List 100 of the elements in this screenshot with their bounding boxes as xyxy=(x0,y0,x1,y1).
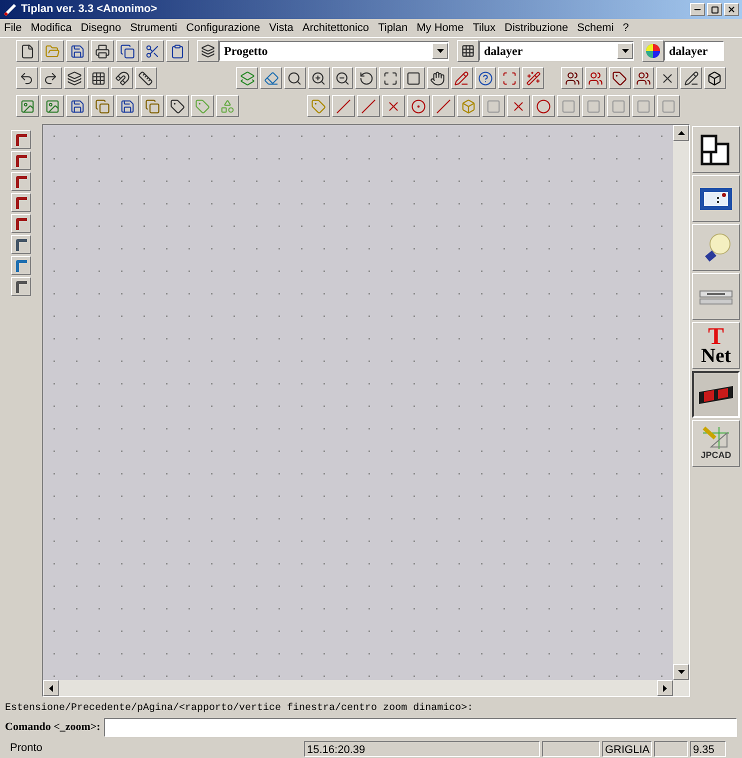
wall-icon-button[interactable] xyxy=(11,130,31,149)
pencil-icon-button[interactable] xyxy=(450,67,472,89)
copy-block-icon-button[interactable] xyxy=(91,95,114,117)
menu-item[interactable]: Architettonico xyxy=(302,20,370,36)
snap-perpendicular-icon-button[interactable] xyxy=(432,95,455,117)
snap-insert-icon-button[interactable] xyxy=(607,95,630,117)
zoom-extents-icon-button[interactable] xyxy=(379,67,402,89)
palette-button[interactable] xyxy=(692,371,740,418)
menu-item[interactable]: My Home xyxy=(416,20,464,36)
minimize-button[interactable] xyxy=(690,3,705,16)
snap-node-icon-button[interactable] xyxy=(482,95,505,117)
menu-item[interactable]: Disegno xyxy=(80,20,122,36)
dropdown-field[interactable]: dalayer xyxy=(479,41,634,61)
window-icon-button[interactable] xyxy=(11,172,31,191)
copy-icon-button[interactable] xyxy=(116,40,139,62)
attribute-icon-button[interactable] xyxy=(191,95,214,117)
snap-quadrant-icon-button[interactable] xyxy=(457,95,480,117)
combo-icon-button[interactable] xyxy=(197,40,219,62)
snap-center-icon-button[interactable] xyxy=(407,95,430,117)
menu-item[interactable]: Tiplan xyxy=(378,20,408,36)
search-icon-button[interactable] xyxy=(284,67,306,89)
magnet-icon-button[interactable] xyxy=(111,67,134,89)
snap-intersection-icon-button[interactable] xyxy=(382,95,405,117)
palette-button[interactable]: T Net xyxy=(692,322,740,369)
paste-block-icon-button[interactable] xyxy=(141,95,164,117)
tag-icon-button[interactable] xyxy=(608,67,631,89)
menu-item[interactable]: ? xyxy=(622,20,629,36)
dropdown-field[interactable]: Progetto xyxy=(219,41,449,61)
zoom-previous-icon-button[interactable] xyxy=(355,67,378,89)
image-edit-icon-button[interactable] xyxy=(41,95,64,117)
combo-icon-button[interactable] xyxy=(642,40,664,62)
snap-midpoint-icon-button[interactable] xyxy=(357,95,380,117)
combo-icon-button[interactable] xyxy=(457,40,479,62)
columns-icon-button[interactable] xyxy=(64,67,86,89)
dropdown-field[interactable]: dalayer xyxy=(664,41,724,61)
help-icon xyxy=(478,70,493,86)
menu-item[interactable]: Distribuzione xyxy=(504,20,568,36)
snap-off-icon-button[interactable] xyxy=(557,95,580,117)
grid-icon-button[interactable] xyxy=(87,67,110,89)
zoom-window-icon-button[interactable] xyxy=(403,67,425,89)
menu-item[interactable]: Vista xyxy=(269,20,294,36)
pen-icon-button[interactable] xyxy=(680,67,702,89)
group-icon-button[interactable] xyxy=(584,67,607,89)
hand-icon-button[interactable] xyxy=(426,67,449,89)
room-icon-button[interactable] xyxy=(11,193,31,212)
layers-icon xyxy=(201,44,215,58)
snap-auto-icon-button[interactable] xyxy=(307,95,330,117)
snap-quick-icon-button[interactable] xyxy=(632,95,655,117)
close-button[interactable] xyxy=(724,3,739,16)
ortho-icon-button[interactable] xyxy=(135,67,157,89)
wand-icon-button[interactable] xyxy=(522,67,544,89)
menu-item[interactable]: Tilux xyxy=(472,20,496,36)
corner-icon-button[interactable] xyxy=(704,67,726,89)
snap-none-icon-button[interactable] xyxy=(582,95,605,117)
redo-icon-button[interactable] xyxy=(40,67,62,89)
picture-icon-button[interactable] xyxy=(16,95,39,117)
zoom-in-icon-button[interactable] xyxy=(308,67,330,89)
insert-block-icon-button[interactable] xyxy=(116,95,139,117)
printer-icon xyxy=(95,44,110,58)
schedule-icon-button[interactable] xyxy=(11,256,31,275)
person-icon-button[interactable] xyxy=(632,67,654,89)
snap-tangent-icon-button[interactable] xyxy=(507,95,530,117)
table-icon-button[interactable] xyxy=(11,235,31,254)
column-icon-button[interactable] xyxy=(11,214,31,233)
snap-nearest-icon-button[interactable] xyxy=(532,95,555,117)
clipboard-icon xyxy=(170,44,185,58)
zoom-window-icon xyxy=(406,70,422,86)
palette-button[interactable]: JPCAD xyxy=(692,420,740,467)
menu-item[interactable]: File xyxy=(4,20,22,36)
horizontal-scrollbar[interactable] xyxy=(43,680,673,696)
grid-icon xyxy=(90,70,106,86)
save-block-icon-button[interactable] xyxy=(66,95,89,117)
close-icon xyxy=(727,5,736,14)
new-file-icon-button[interactable] xyxy=(16,40,39,62)
page-icon-button[interactable] xyxy=(11,277,31,296)
clipboard-icon-button[interactable] xyxy=(166,40,189,62)
label-icon-button[interactable] xyxy=(166,95,189,117)
menu-item[interactable]: Modifica xyxy=(30,20,72,36)
symbol-icon-button[interactable] xyxy=(216,95,239,117)
scissors-icon-button[interactable] xyxy=(141,40,164,62)
maximize-button[interactable] xyxy=(707,3,722,16)
eraser-icon-button[interactable] xyxy=(260,67,282,89)
cross-icon-button[interactable] xyxy=(656,67,678,89)
menu-item[interactable]: Strumenti xyxy=(130,20,178,36)
snap-endpoint-icon-button[interactable] xyxy=(332,95,355,117)
undo-icon-button[interactable] xyxy=(16,67,38,89)
vertical-scrollbar[interactable] xyxy=(673,125,689,696)
dimension-icon-button[interactable] xyxy=(498,67,520,89)
open-folder-icon-button[interactable] xyxy=(41,40,64,62)
printer-icon-button[interactable] xyxy=(91,40,114,62)
door-icon-button[interactable] xyxy=(11,151,31,170)
menu-item[interactable]: Schemi xyxy=(577,20,614,36)
help-icon-button[interactable] xyxy=(474,67,496,89)
save-icon-button[interactable] xyxy=(66,40,89,62)
layer-icon-button[interactable] xyxy=(236,67,258,89)
menu-item[interactable]: Configurazione xyxy=(186,20,260,36)
people-icon-button[interactable] xyxy=(561,67,583,89)
command-input[interactable] xyxy=(104,718,737,737)
zoom-out-icon-button[interactable] xyxy=(332,67,354,89)
snap-app-icon-button[interactable] xyxy=(657,95,680,117)
